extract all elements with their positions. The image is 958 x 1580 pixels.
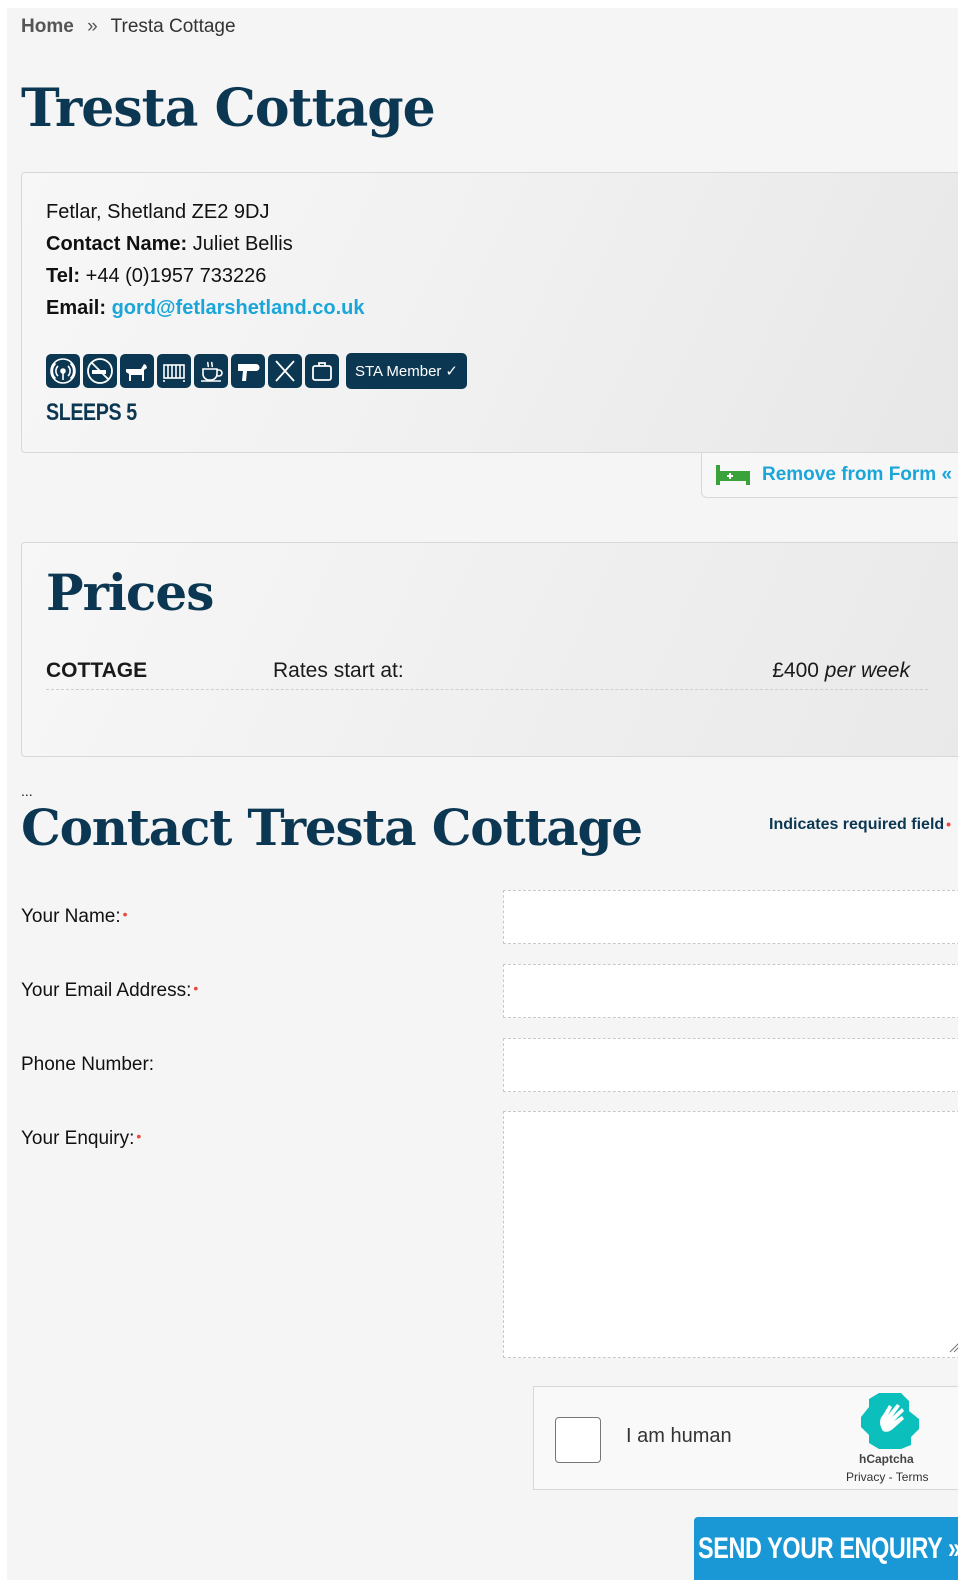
bed-icon <box>716 465 750 485</box>
enquiry-label: Your Enquiry: <box>21 1128 135 1149</box>
breadcrumb-current: Tresta Cottage <box>110 16 236 37</box>
send-enquiry-button[interactable]: SEND YOUR ENQUIRY » <box>694 1517 958 1580</box>
dog-icon <box>120 354 154 388</box>
prices-heading: Prices <box>46 563 214 622</box>
email-label: Email: <box>46 297 107 319</box>
cot-icon <box>157 354 191 388</box>
sta-member-badge: STA Member ✓ <box>346 353 467 389</box>
captcha-label: I am human <box>626 1425 732 1447</box>
suitcase-icon <box>305 354 339 388</box>
required-field-note: Indicates required field • <box>769 816 951 834</box>
email-label-wrap: Your Email Address: • <box>21 980 198 1002</box>
remove-from-form-button[interactable]: Remove from Form « <box>701 453 958 498</box>
email-line: Email: gord@fetlarshetland.co.uk <box>46 297 364 320</box>
price-period: per week <box>824 659 910 682</box>
contact-name-line: Contact Name: Juliet Bellis <box>46 233 293 256</box>
contact-heading: Contact Tresta Cottage <box>21 798 643 857</box>
no-smoking-icon <box>83 354 117 388</box>
required-marker: • <box>946 816 952 832</box>
remove-from-form-label: Remove from Form « <box>762 464 953 485</box>
breadcrumb-separator: » <box>87 16 98 37</box>
required-marker: • <box>122 906 128 922</box>
price-amount: £400 <box>772 659 819 682</box>
breadcrumb: Home » Tresta Cottage <box>21 16 236 38</box>
page-title: Tresta Cottage <box>21 78 436 139</box>
hairdryer-icon <box>231 354 265 388</box>
ellipsis-text: ... <box>21 783 33 799</box>
check-icon: ✓ <box>445 363 458 380</box>
cutlery-icon <box>268 354 302 388</box>
tel-line: Tel: +44 (0)1957 733226 <box>46 265 266 288</box>
phone-label-wrap: Phone Number: <box>21 1054 154 1076</box>
hcaptcha-logo-icon <box>861 1393 919 1449</box>
name-label-wrap: Your Name: • <box>21 906 128 928</box>
tel-label: Tel: <box>46 265 81 287</box>
property-info-box: Fetlar, Shetland ZE2 9DJ Contact Name: J… <box>21 172 958 453</box>
name-input[interactable] <box>503 890 958 944</box>
tel-number: +44 (0)1957 733226 <box>85 265 267 287</box>
prices-box: Prices COTTAGE Rates start at: £400 per … <box>21 542 958 757</box>
price-rates-label: Rates start at: <box>273 659 404 682</box>
price-type: COTTAGE <box>46 659 148 682</box>
price-amount-wrap: £400 per week <box>772 659 910 683</box>
breadcrumb-home-link[interactable]: Home <box>21 16 74 37</box>
contact-name: Juliet Bellis <box>192 233 293 255</box>
email-link[interactable]: gord@fetlarshetland.co.uk <box>112 297 365 319</box>
resize-handle-icon[interactable] <box>947 1339 958 1353</box>
send-enquiry-label: SEND YOUR ENQUIRY » <box>698 1531 958 1565</box>
contact-name-label: Contact Name: <box>46 233 188 255</box>
required-marker: • <box>136 1128 142 1144</box>
tea-cup-icon <box>194 354 228 388</box>
name-label: Your Name: <box>21 906 121 927</box>
phone-input[interactable] <box>503 1038 958 1092</box>
enquiry-textarea[interactable] <box>503 1111 958 1358</box>
email-input[interactable] <box>503 964 958 1018</box>
captcha-checkbox[interactable] <box>555 1417 601 1463</box>
enquiry-label-wrap: Your Enquiry: • <box>21 1128 141 1150</box>
page: Home » Tresta Cottage Tresta Cottage Fet… <box>7 8 958 1580</box>
hcaptcha-widget: I am human hCaptcha Privacy - Terms <box>533 1386 958 1490</box>
address: Fetlar, Shetland ZE2 9DJ <box>46 201 270 223</box>
sleeps-count: SLEEPS 5 <box>46 399 137 426</box>
phone-label: Phone Number: <box>21 1054 155 1075</box>
sta-member-label: STA Member <box>355 362 442 380</box>
price-row: COTTAGE Rates start at: £400 per week <box>46 653 928 690</box>
wifi-icon <box>46 354 80 388</box>
required-marker: • <box>193 980 199 996</box>
required-note-text: Indicates required field <box>769 816 945 833</box>
email-field-label: Your Email Address: <box>21 980 192 1001</box>
captcha-privacy-terms-link[interactable]: Privacy - Terms <box>846 1470 928 1484</box>
hcaptcha-brand: hCaptcha <box>859 1452 914 1466</box>
amenity-icons: STA Member ✓ <box>46 353 467 389</box>
